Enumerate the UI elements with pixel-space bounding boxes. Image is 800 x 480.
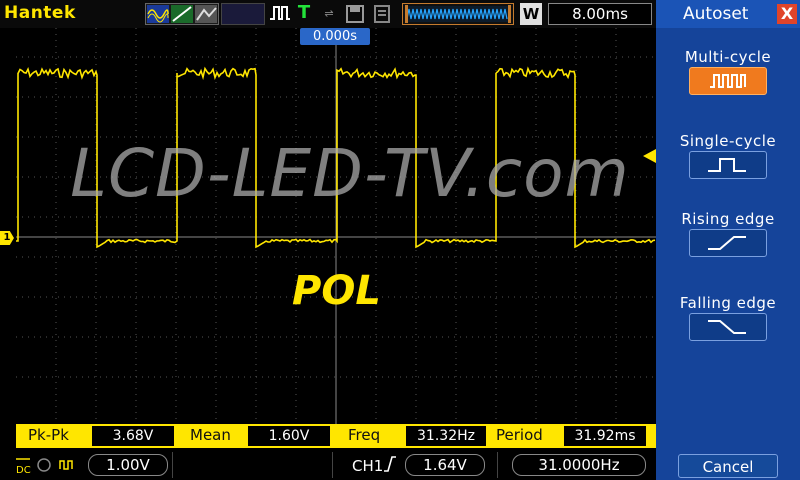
trigger-frequency: 31.0000Hz — [512, 454, 646, 476]
trigger-channel: CH1 — [352, 457, 384, 475]
option-label-multi-cycle: Multi-cycle — [684, 48, 772, 66]
trigger-status-icon: T — [297, 2, 311, 23]
measure-label-mean: Mean — [190, 426, 231, 444]
time-offset-indicator[interactable]: 0.000s — [300, 28, 370, 45]
measure-label-pkpk: Pk-Pk — [28, 426, 69, 444]
watermark: LCD-LED-TV.com — [70, 135, 630, 212]
trigger-level[interactable]: 1.64V — [405, 454, 485, 476]
usb-icon: ⇌ — [324, 7, 334, 20]
rising-edge-button[interactable] — [689, 229, 767, 257]
ch1-position-marker[interactable]: 1 — [0, 231, 14, 245]
divider — [332, 452, 333, 478]
divider — [172, 452, 173, 478]
single-cycle-button[interactable] — [689, 151, 767, 179]
measure-label-period: Period — [496, 426, 543, 444]
multi-cycle-icon — [710, 74, 746, 88]
falling-edge-button[interactable] — [689, 313, 767, 341]
display-mode-selector[interactable] — [145, 3, 219, 25]
signal-label: POL — [292, 268, 381, 314]
falling-edge-icon — [708, 320, 746, 334]
close-button[interactable]: X — [777, 4, 797, 24]
measure-label-freq: Freq — [348, 426, 381, 444]
waveform-display — [16, 28, 656, 424]
measure-value-pkpk: 3.68V — [92, 426, 174, 446]
brand-logo: Hantek — [4, 3, 76, 23]
measure-value-freq: 31.32Hz — [406, 426, 486, 446]
channel-status-box — [221, 3, 265, 25]
rising-edge-trigger-icon — [383, 455, 397, 477]
save-icon[interactable] — [344, 3, 366, 25]
single-cycle-icon — [708, 158, 746, 172]
option-label-falling-edge: Falling edge — [679, 294, 777, 312]
cancel-button[interactable]: Cancel — [678, 454, 778, 478]
pulse-icon[interactable] — [269, 3, 291, 25]
print-icon[interactable] — [371, 3, 393, 25]
autoset-panel: Autoset X Multi-cycle Single-cycle Risin… — [656, 0, 800, 480]
waveform-memory-strip[interactable] — [402, 3, 514, 25]
svg-text:DC: DC — [16, 465, 31, 475]
measure-value-period: 31.92ms — [564, 426, 646, 446]
rising-edge-icon — [708, 236, 746, 250]
bottom-status-bar: DC 1.00V CH1 1.64V 31.0000Hz — [0, 448, 656, 480]
measure-value-mean: 1.60V — [248, 426, 330, 446]
divider — [497, 452, 498, 478]
option-label-rising-edge: Rising edge — [681, 210, 775, 228]
top-status-bar: Hantek T ⇌ W 8.00ms — [0, 0, 656, 28]
panel-title: Autoset — [683, 4, 749, 24]
panel-header: Autoset X — [656, 0, 800, 28]
multi-cycle-button[interactable] — [689, 67, 767, 95]
window-badge[interactable]: W — [520, 3, 542, 25]
measurement-bar: Pk-Pk 3.68V Mean 1.60V Freq 31.32Hz Peri… — [16, 424, 656, 448]
coupling-dc-icon: DC — [14, 453, 84, 477]
timebase-value[interactable]: 8.00ms — [548, 3, 652, 25]
option-label-single-cycle: Single-cycle — [679, 132, 777, 150]
volts-per-div[interactable]: 1.00V — [88, 454, 168, 476]
